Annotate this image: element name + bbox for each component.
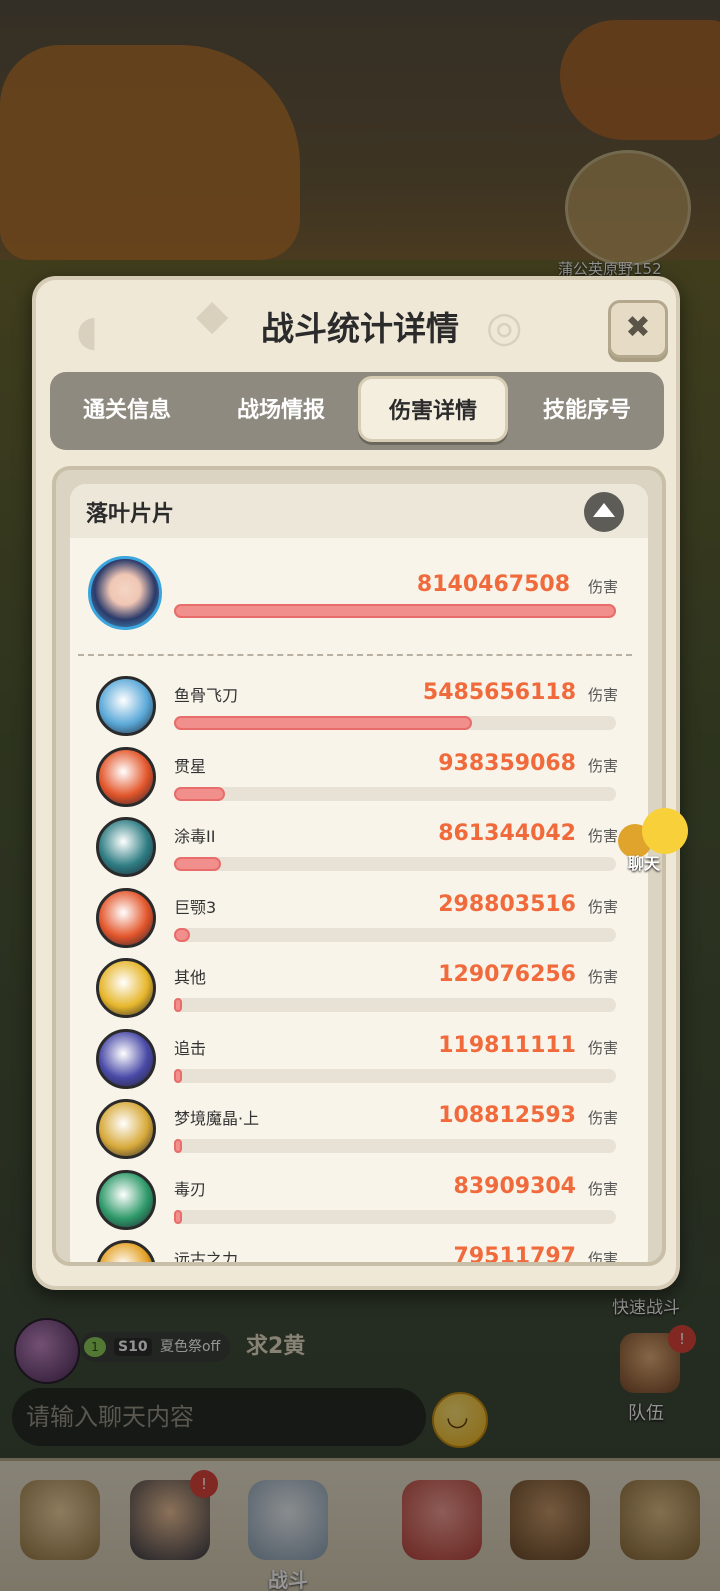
poison-drop-icon bbox=[96, 817, 156, 877]
skill-damage-value: 119811111 bbox=[438, 1032, 576, 1058]
skill-row: 涂毒II 861344042 伤害 bbox=[70, 817, 648, 887]
pursuit-icon bbox=[96, 1028, 156, 1089]
skill-name: 追击 bbox=[174, 1038, 207, 1058]
divider bbox=[78, 654, 632, 656]
tab-clear-info[interactable]: 通关信息 bbox=[50, 372, 204, 450]
skill-damage-value: 938359068 bbox=[438, 750, 576, 776]
skill-row: 其他 129076256 伤害 bbox=[70, 958, 648, 1028]
skill-damage-bar bbox=[174, 998, 616, 1012]
dialog-title: 战斗统计详情 bbox=[261, 309, 459, 348]
skill-damage-bar bbox=[174, 1068, 616, 1083]
skill-damage-fill bbox=[174, 927, 191, 942]
skill-damage-value: 129076256 bbox=[438, 962, 576, 987]
damage-unit: 伤害 bbox=[588, 827, 619, 845]
damage-unit: 伤害 bbox=[588, 968, 619, 986]
dream-crystal-icon bbox=[96, 1099, 156, 1159]
damage-unit: 伤害 bbox=[588, 756, 619, 775]
fishbone-blades-icon bbox=[96, 676, 156, 736]
skill-row: 追击 119811111 伤害 bbox=[70, 1028, 648, 1099]
skill-name: 梦境魔晶·上 bbox=[174, 1109, 260, 1128]
skill-damage-fill bbox=[174, 1068, 182, 1083]
collapse-arrow-icon[interactable] bbox=[584, 492, 624, 532]
ancient-power-icon bbox=[96, 1240, 156, 1262]
giant-jaw-icon bbox=[96, 887, 156, 948]
damage-unit: 伤害 bbox=[588, 1038, 619, 1057]
damage-unit: 伤害 bbox=[588, 686, 619, 704]
player-avatar bbox=[88, 556, 162, 630]
skill-name: 远古之力 bbox=[174, 1250, 239, 1266]
chat-float-label: 聊天 bbox=[628, 854, 661, 873]
skill-damage-bar bbox=[174, 786, 616, 801]
skill-damage-value: 83909304 bbox=[453, 1173, 576, 1199]
skill-name: 毒刃 bbox=[174, 1179, 207, 1199]
skill-row: 鱼骨飞刀 5485656118 伤害 bbox=[70, 676, 648, 746]
skill-damage-bar bbox=[174, 857, 616, 871]
skill-damage-fill bbox=[174, 1139, 182, 1153]
skill-damage-bar bbox=[174, 1209, 616, 1224]
skill-row: 贯星 938359068 伤害 bbox=[70, 746, 648, 817]
tab-battle-intel[interactable]: 战场情报 bbox=[204, 372, 358, 450]
skill-damage-bar bbox=[174, 716, 616, 730]
skill-damage-bar bbox=[174, 927, 616, 942]
skill-damage-fill bbox=[174, 998, 182, 1012]
total-damage-bar bbox=[174, 604, 616, 618]
gold-nugget-icon bbox=[96, 958, 156, 1018]
skill-row: 巨颚3 298803516 伤害 bbox=[70, 887, 648, 958]
smile-icon bbox=[642, 808, 688, 854]
player-damage-card: 落叶片片 8140467508 伤害 鱼骨飞刀 5485656118 伤害 贯星 938… bbox=[70, 484, 648, 1266]
total-damage-fill bbox=[174, 604, 616, 618]
damage-unit: 伤害 bbox=[588, 1109, 619, 1127]
player-name: 落叶片片 bbox=[86, 502, 175, 527]
total-damage-value: 8140467508 bbox=[416, 572, 570, 597]
skill-row: 梦境魔晶·上 108812593 伤害 bbox=[70, 1099, 648, 1169]
damage-unit: 伤害 bbox=[588, 1179, 619, 1198]
skill-row: 毒刃 83909304 伤害 bbox=[70, 1169, 648, 1240]
star-pierce-icon bbox=[96, 746, 156, 807]
card-header[interactable]: 落叶片片 bbox=[70, 484, 648, 538]
skill-name: 涂毒II bbox=[174, 827, 216, 846]
skill-damage-value: 298803516 bbox=[438, 891, 576, 917]
skill-row: 远古之力 79511797 伤害 bbox=[70, 1240, 648, 1266]
chat-float-button[interactable]: 聊天 bbox=[618, 808, 698, 874]
tab-bar: 通关信息 战场情报 伤害详情 技能序号 bbox=[50, 372, 664, 450]
skill-damage-value: 108812593 bbox=[438, 1103, 576, 1128]
skill-damage-fill bbox=[174, 786, 225, 801]
poison-blade-icon bbox=[96, 1169, 156, 1230]
tab-damage-details[interactable]: 伤害详情 bbox=[358, 376, 508, 442]
skill-damage-fill bbox=[174, 857, 221, 871]
damage-panel[interactable]: 落叶片片 8140467508 伤害 鱼骨飞刀 5485656118 伤害 贯星 938… bbox=[52, 466, 666, 1266]
skill-damage-value: 5485656118 bbox=[422, 680, 576, 705]
skill-damage-fill bbox=[174, 1209, 182, 1224]
skill-damage-fill bbox=[174, 716, 472, 730]
skill-damage-value: 861344042 bbox=[438, 821, 576, 846]
battle-stats-dialog: ◖ ◆ ◎ 战斗统计详情 ✖ 通关信息 战场情报 伤害详情 技能序号 落叶片片 … bbox=[32, 276, 680, 1290]
skill-name: 其他 bbox=[174, 968, 207, 987]
damage-unit: 伤害 bbox=[588, 578, 619, 596]
skill-damage-bar bbox=[174, 1139, 616, 1153]
close-button[interactable]: ✖ bbox=[608, 300, 668, 358]
tab-skill-order[interactable]: 技能序号 bbox=[510, 372, 664, 450]
skill-name: 贯星 bbox=[174, 756, 207, 776]
damage-unit: 伤害 bbox=[588, 1250, 619, 1266]
skill-damage-value: 79511797 bbox=[453, 1244, 576, 1266]
skill-name: 鱼骨飞刀 bbox=[174, 686, 239, 705]
damage-unit: 伤害 bbox=[588, 897, 619, 916]
skill-name: 巨颚3 bbox=[174, 897, 217, 917]
